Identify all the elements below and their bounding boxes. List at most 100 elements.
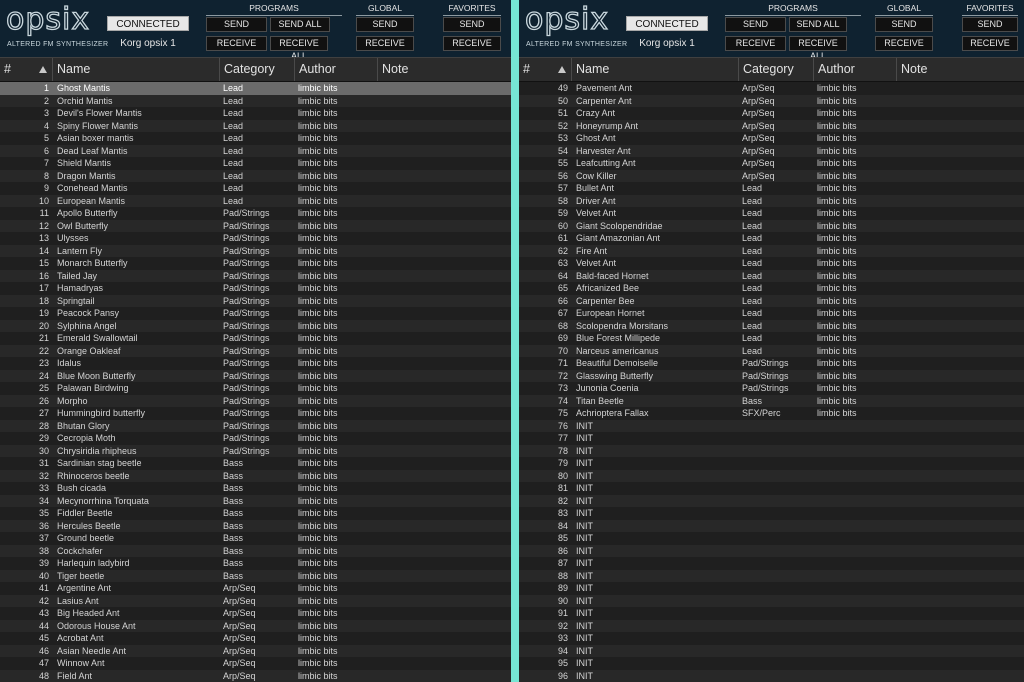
- program-row[interactable]: 67 European Hornet Lead limbic bits: [519, 307, 1024, 320]
- program-row[interactable]: 14 Lantern Fly Pad/Strings limbic bits: [0, 244, 511, 257]
- program-row[interactable]: 25 Palawan Birdwing Pad/Strings limbic bits: [0, 382, 511, 395]
- program-row[interactable]: 35 Fiddler Beetle Bass limbic bits: [0, 507, 511, 520]
- program-row[interactable]: 53 Ghost Ant Arp/Seq limbic bits: [519, 132, 1024, 145]
- program-row[interactable]: 63 Velvet Ant Lead limbic bits: [519, 257, 1024, 270]
- program-row[interactable]: 21 Emerald Swallowtail Pad/Strings limbic b…: [0, 332, 511, 345]
- program-row[interactable]: 78 INIT: [519, 444, 1024, 457]
- program-row[interactable]: 90 INIT: [519, 594, 1024, 607]
- program-row[interactable]: 82 INIT: [519, 494, 1024, 507]
- program-row[interactable]: 92 INIT: [519, 619, 1024, 632]
- program-row[interactable]: 50 Carpenter Ant Arp/Seq limbic bits: [519, 94, 1024, 107]
- program-row[interactable]: 3 Devil's Flower Mantis Lead limbic bits: [0, 107, 511, 120]
- col-note[interactable]: Note: [378, 58, 511, 81]
- program-row[interactable]: 10 European Mantis Lead limbic bits: [0, 194, 511, 207]
- program-row[interactable]: 55 Leafcutting Ant Arp/Seq limbic bits: [519, 157, 1024, 170]
- program-row[interactable]: 13 Ulysses Pad/Strings limbic bits: [0, 232, 511, 245]
- program-row[interactable]: 69 Blue Forest Millipede Lead limbic bits: [519, 332, 1024, 345]
- programs-send-button[interactable]: SEND: [725, 17, 786, 32]
- program-row[interactable]: 4 Spiny Flower Mantis Lead limbic bits: [0, 119, 511, 132]
- program-row[interactable]: 56 Cow Killer Arp/Seq limbic bits: [519, 169, 1024, 182]
- program-row[interactable]: 61 Giant Amazonian Ant Lead limbic bits: [519, 232, 1024, 245]
- program-row[interactable]: 1 Ghost Mantis Lead limbic bits: [0, 82, 511, 95]
- programs-send-button[interactable]: SEND: [206, 17, 267, 32]
- program-row[interactable]: 27 Hummingbird butterfly Pad/Strings limbic…: [0, 407, 511, 420]
- program-row[interactable]: 54 Harvester Ant Arp/Seq limbic bits: [519, 144, 1024, 157]
- program-row[interactable]: 89 INIT: [519, 582, 1024, 595]
- program-row[interactable]: 39 Harlequin ladybird Bass limbic bits: [0, 557, 511, 570]
- global-send-button[interactable]: SEND: [356, 17, 414, 32]
- global-send-button[interactable]: SEND: [875, 17, 933, 32]
- program-row[interactable]: 47 Winnow Ant Arp/Seq limbic bits: [0, 657, 511, 670]
- program-row[interactable]: 42 Lasius Ant Arp/Seq limbic bits: [0, 594, 511, 607]
- program-row[interactable]: 86 INIT: [519, 544, 1024, 557]
- programs-receive-all-button[interactable]: RECEIVE ALL: [270, 36, 328, 61]
- program-row[interactable]: 8 Dragon Mantis Lead limbic bits: [0, 169, 511, 182]
- program-row[interactable]: 59 Velvet Ant Lead limbic bits: [519, 207, 1024, 220]
- program-row[interactable]: 5 Asian boxer mantis Lead limbic bits: [0, 132, 511, 145]
- program-row[interactable]: 9 Conehead Mantis Lead limbic bits: [0, 182, 511, 195]
- programs-send-all-button[interactable]: SEND ALL: [270, 17, 330, 32]
- col-name[interactable]: Name: [572, 58, 739, 81]
- program-row[interactable]: 77 INIT: [519, 432, 1024, 445]
- program-row[interactable]: 36 Hercules Beetle Bass limbic bits: [0, 519, 511, 532]
- program-row[interactable]: 76 INIT: [519, 419, 1024, 432]
- program-row[interactable]: 93 INIT: [519, 632, 1024, 645]
- program-row[interactable]: 20 Sylphina Angel Pad/Strings limbic bits: [0, 319, 511, 332]
- program-row[interactable]: 72 Glasswing Butterfly Pad/Strings limbic b…: [519, 369, 1024, 382]
- program-row[interactable]: 11 Apollo Butterfly Pad/Strings limbic bits: [0, 207, 511, 220]
- program-row[interactable]: 46 Asian Needle Ant Arp/Seq limbic bits: [0, 644, 511, 657]
- program-row[interactable]: 18 Springtail Pad/Strings limbic bits: [0, 294, 511, 307]
- program-row[interactable]: 74 Titan Beetle Bass limbic bits: [519, 394, 1024, 407]
- program-row[interactable]: 19 Peacock Pansy Pad/Strings limbic bits: [0, 307, 511, 320]
- program-row[interactable]: 83 INIT: [519, 507, 1024, 520]
- programs-receive-button[interactable]: RECEIVE: [206, 36, 267, 51]
- program-row[interactable]: 96 INIT: [519, 669, 1024, 682]
- program-row[interactable]: 71 Beautiful Demoiselle Pad/Strings limbic …: [519, 357, 1024, 370]
- program-row[interactable]: 85 INIT: [519, 532, 1024, 545]
- program-row[interactable]: 51 Crazy Ant Arp/Seq limbic bits: [519, 107, 1024, 120]
- program-row[interactable]: 6 Dead Leaf Mantis Lead limbic bits: [0, 144, 511, 157]
- programs-send-all-button[interactable]: SEND ALL: [789, 17, 847, 32]
- program-row[interactable]: 32 Rhinoceros beetle Bass limbic bits: [0, 469, 511, 482]
- program-row[interactable]: 75 Achrioptera Fallax SFX/Perc limbic bits: [519, 407, 1024, 420]
- global-receive-button[interactable]: RECEIVE: [875, 36, 933, 51]
- program-row[interactable]: 62 Fire Ant Lead limbic bits: [519, 244, 1024, 257]
- program-row[interactable]: 57 Bullet Ant Lead limbic bits: [519, 182, 1024, 195]
- program-row[interactable]: 88 INIT: [519, 569, 1024, 582]
- program-row[interactable]: 15 Monarch Butterfly Pad/Strings limbic bit…: [0, 257, 511, 270]
- program-row[interactable]: 49 Pavement Ant Arp/Seq limbic bits: [519, 82, 1024, 95]
- program-row[interactable]: 34 Mecynorrhina Torquata Bass limbic bits: [0, 494, 511, 507]
- program-row[interactable]: 58 Driver Ant Lead limbic bits: [519, 194, 1024, 207]
- program-row[interactable]: 52 Honeyrump Ant Arp/Seq limbic bits: [519, 119, 1024, 132]
- col-note[interactable]: Note: [897, 58, 1024, 81]
- programs-receive-button[interactable]: RECEIVE: [725, 36, 786, 51]
- program-row[interactable]: 23 Idalus Pad/Strings limbic bits: [0, 357, 511, 370]
- col-category[interactable]: Category: [220, 58, 295, 81]
- program-row[interactable]: 40 Tiger beetle Bass limbic bits: [0, 569, 511, 582]
- program-row[interactable]: 64 Bald-faced Hornet Lead limbic bits: [519, 269, 1024, 282]
- program-row[interactable]: 45 Acrobat Ant Arp/Seq limbic bits: [0, 632, 511, 645]
- col-author[interactable]: Author: [814, 58, 897, 81]
- program-row[interactable]: 95 INIT: [519, 657, 1024, 670]
- program-row[interactable]: 44 Odorous House Ant Arp/Seq limbic bits: [0, 619, 511, 632]
- program-row[interactable]: 60 Giant Scolopendridae Lead limbic bits: [519, 219, 1024, 232]
- program-row[interactable]: 12 Owl Butterfly Pad/Strings limbic bits: [0, 219, 511, 232]
- favorites-receive-button[interactable]: RECEIVE: [962, 36, 1018, 51]
- program-row[interactable]: 94 INIT: [519, 644, 1024, 657]
- program-row[interactable]: 43 Big Headed Ant Arp/Seq limbic bits: [0, 607, 511, 620]
- program-row[interactable]: 84 INIT: [519, 519, 1024, 532]
- favorites-send-button[interactable]: SEND: [443, 17, 501, 32]
- program-row[interactable]: 37 Ground beetle Bass limbic bits: [0, 532, 511, 545]
- program-row[interactable]: 2 Orchid Mantis Lead limbic bits: [0, 94, 511, 107]
- program-row[interactable]: 38 Cockchafer Bass limbic bits: [0, 544, 511, 557]
- program-row[interactable]: 91 INIT: [519, 607, 1024, 620]
- program-row[interactable]: 30 Chrysiridia rhipheus Pad/Strings limbic …: [0, 444, 511, 457]
- program-row[interactable]: 7 Shield Mantis Lead limbic bits: [0, 157, 511, 170]
- favorites-receive-button[interactable]: RECEIVE: [443, 36, 501, 51]
- program-row[interactable]: 41 Argentine Ant Arp/Seq limbic bits: [0, 582, 511, 595]
- program-row[interactable]: 79 INIT: [519, 457, 1024, 470]
- program-row[interactable]: 28 Bhutan Glory Pad/Strings limbic bits: [0, 419, 511, 432]
- program-row[interactable]: 87 INIT: [519, 557, 1024, 570]
- program-row[interactable]: 65 Africanized Bee Lead limbic bits: [519, 282, 1024, 295]
- program-row[interactable]: 80 INIT: [519, 469, 1024, 482]
